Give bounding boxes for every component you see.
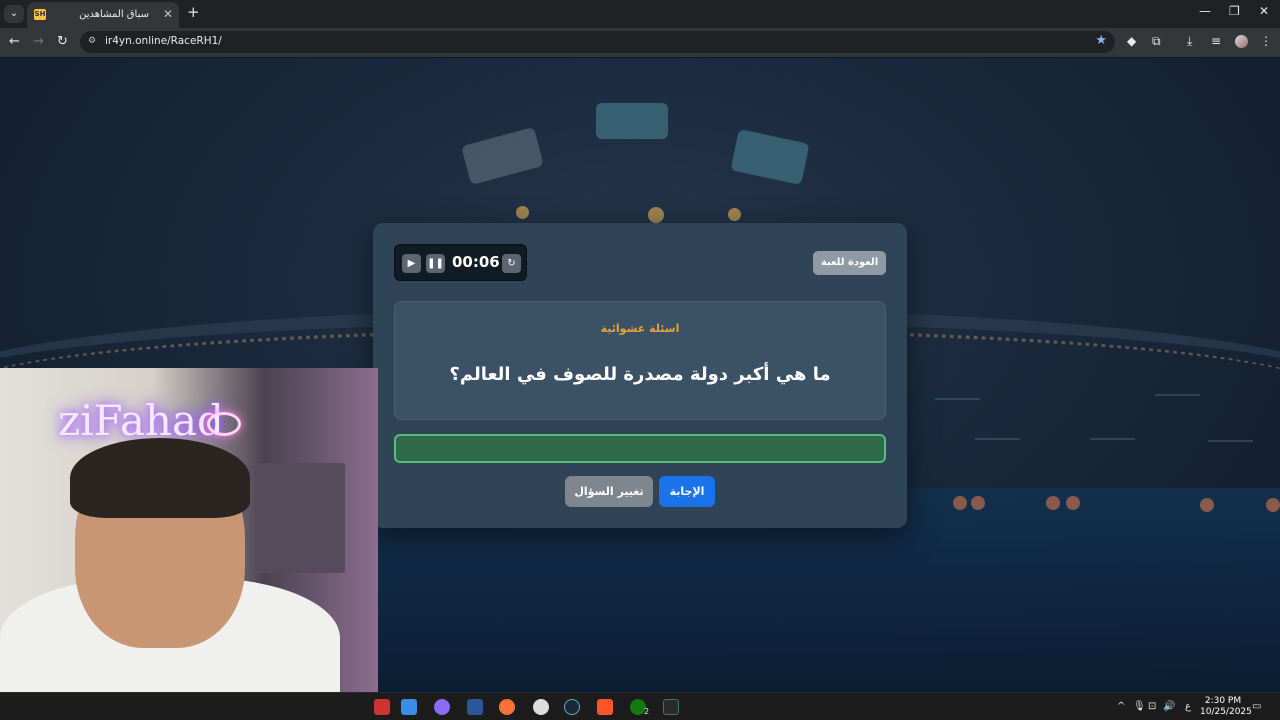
lane-marker [975, 438, 1020, 440]
floating-card [461, 126, 544, 186]
streamer-hair [70, 438, 250, 518]
forward-icon[interactable]: → [33, 34, 44, 49]
background-shelf [255, 463, 345, 573]
restore-icon[interactable]: ❐ [1229, 4, 1240, 18]
answer-button[interactable]: الإجابة [659, 476, 715, 507]
minimize-icon[interactable]: — [1199, 4, 1211, 18]
webcam-overlay: ziFahad [0, 368, 378, 692]
racer-ball [728, 208, 741, 221]
reload-icon[interactable]: ↻ [57, 34, 68, 49]
racer-ball [1066, 496, 1080, 510]
lane-marker [935, 398, 980, 400]
terminal-icon[interactable] [663, 699, 679, 715]
word-icon[interactable] [467, 699, 483, 715]
tab-favicon-icon: SH [34, 9, 46, 20]
racer-ball [648, 207, 664, 223]
copilot-icon[interactable] [434, 699, 450, 715]
lane-marker [1090, 438, 1135, 440]
neon-planet-icon [207, 412, 241, 436]
site-info-icon[interactable]: ⚙ [88, 36, 100, 48]
app-icon-circle[interactable] [533, 699, 549, 715]
racer-ball [1046, 496, 1060, 510]
tray-chevron-icon[interactable]: ^ [1117, 701, 1125, 712]
address-bar[interactable]: ⚙ ir4yn.online/RaceRH1/ ★ [80, 31, 1115, 53]
pause-icon[interactable]: ❚❚ [426, 254, 445, 273]
close-window-icon[interactable]: ✕ [1259, 4, 1269, 18]
clock-time: 2:30 PM [1204, 696, 1242, 706]
tab-close-icon[interactable]: ✕ [163, 2, 173, 26]
volume-icon[interactable]: 🔊 [1163, 701, 1175, 712]
floating-card [596, 103, 668, 139]
change-question-button[interactable]: تغيير السؤال [565, 476, 653, 507]
app-icon-red[interactable] [374, 699, 390, 715]
floating-card [730, 128, 810, 186]
back-to-game-button[interactable]: العودة للعبة [813, 251, 886, 275]
url-text: ir4yn.online/RaceRH1/ [105, 35, 222, 47]
extension-diamond-icon[interactable]: ◆ [1127, 34, 1136, 48]
timer-widget: ▶ ❚❚ 00:06 ↻ [394, 244, 527, 281]
extensions-puzzle-icon[interactable]: ⧉ [1152, 34, 1161, 49]
input-language[interactable]: ع [1185, 701, 1191, 712]
question-card: اسئلة عشوائية ما هي أكبر دولة مصدرة للصو… [394, 301, 886, 420]
neon-sign: ziFahad [58, 396, 224, 445]
answer-input[interactable] [394, 434, 886, 463]
profile-avatar[interactable] [1235, 35, 1248, 48]
reset-icon[interactable]: ↻ [502, 254, 521, 273]
racer-ball [1200, 498, 1214, 512]
question-text: ما هي أكبر دولة مصدرة للصوف في العالم؟ [449, 364, 831, 385]
brave-icon[interactable] [597, 699, 613, 715]
bookmark-star-icon[interactable]: ★ [1095, 33, 1107, 48]
new-tab-button[interactable]: + [187, 3, 200, 21]
racer-ball [1266, 498, 1280, 512]
windows-taskbar: 2 ^ 🎙 ⊡ 🔊 ع 2:30 PM 10/25/2025 ▭ [0, 692, 1280, 720]
network-icon[interactable]: ⊡ [1148, 701, 1156, 712]
notification-icon[interactable]: ▭ [1252, 701, 1261, 712]
menu-dots-icon[interactable]: ⋮ [1260, 34, 1272, 48]
racer-ball [516, 206, 529, 219]
back-icon[interactable]: ← [9, 34, 20, 49]
tab-title: سباق المشاهدين [79, 9, 149, 20]
browser-tab-bar: ⌄ SH سباق المشاهدين ✕ + — ❐ ✕ [0, 0, 1280, 28]
tab-search-button[interactable]: ⌄ [4, 5, 24, 23]
steam-icon[interactable] [564, 699, 580, 715]
microphone-icon[interactable]: 🎙 [1133, 701, 1146, 712]
firefox-icon[interactable] [499, 699, 515, 715]
question-category: اسئلة عشوائية [600, 322, 680, 335]
lane-marker [1208, 440, 1253, 442]
racer-ball [953, 496, 967, 510]
clock-date: 10/25/2025 [1200, 707, 1252, 717]
timer-display: 00:06 [452, 253, 500, 271]
system-clock[interactable]: 2:30 PM 10/25/2025 [1200, 696, 1252, 718]
lane-marker [1155, 394, 1200, 396]
play-icon[interactable]: ▶ [402, 254, 421, 273]
question-modal: ▶ ❚❚ 00:06 ↻ العودة للعبة اسئلة عشوائية … [373, 223, 907, 528]
download-icon[interactable]: ⤓ [1187, 34, 1192, 49]
reading-list-icon[interactable]: ≡ [1211, 34, 1221, 48]
microsoft-store-icon[interactable] [401, 699, 417, 715]
browser-toolbar: ← → ↻ ⚙ ir4yn.online/RaceRH1/ ★ ◆ ⧉ ⤓ ≡ … [0, 28, 1280, 57]
xbox-badge: 2 [644, 707, 650, 716]
browser-tab[interactable]: SH سباق المشاهدين ✕ [27, 2, 179, 28]
racer-ball [971, 496, 985, 510]
